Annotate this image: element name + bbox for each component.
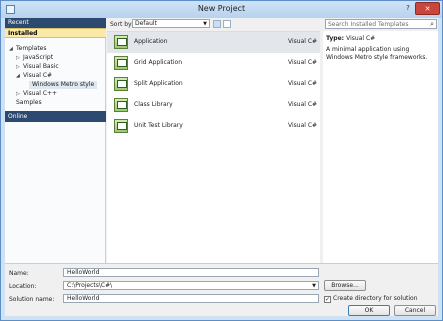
type-value: Visual C#: [346, 35, 376, 42]
nav-installed[interactable]: Installed: [5, 28, 106, 38]
location-label: Location:: [9, 283, 37, 290]
csharp-template-icon: [114, 35, 128, 49]
template-list: Application Visual C# Grid Application V…: [107, 31, 320, 263]
csharp-template-icon: [114, 98, 128, 112]
template-name: Split Application: [134, 80, 183, 87]
details-type: Type: Visual C#: [326, 35, 435, 42]
location-value: C:\Projects\C#\: [67, 282, 113, 289]
template-language: Visual C#: [288, 80, 318, 87]
expand-arrow-icon[interactable]: ◢: [9, 45, 13, 53]
tree-item-windows-metro-style[interactable]: Windows Metro style: [29, 81, 98, 89]
template-row-application[interactable]: Application Visual C#: [107, 32, 320, 53]
search-icon[interactable]: ⌕: [430, 20, 434, 29]
cancel-button[interactable]: Cancel: [394, 305, 436, 316]
sort-by-dropdown[interactable]: Default ▼: [132, 19, 210, 28]
template-row-grid-application[interactable]: Grid Application Visual C#: [107, 53, 320, 74]
location-field[interactable]: C:\Projects\C#\ ▼: [63, 281, 319, 290]
name-label: Name:: [9, 270, 29, 277]
project-form: Name: HelloWorld Location: C:\Projects\C…: [5, 263, 438, 316]
title-bar[interactable]: New Project ? ✕: [1, 1, 442, 18]
details-description: A minimal application using Windows Metr…: [326, 46, 428, 61]
template-language: Visual C#: [288, 101, 318, 108]
tree-label: Templates: [16, 45, 47, 52]
template-nav: Recent Installed ◢ Templates ▷ JavaScrip…: [5, 18, 106, 263]
tree-label: Visual C++: [23, 90, 58, 97]
list-view-icon[interactable]: [223, 20, 231, 28]
collapse-arrow-icon[interactable]: ▷: [16, 63, 20, 71]
close-button[interactable]: ✕: [415, 2, 440, 15]
template-row-split-application[interactable]: Split Application Visual C#: [107, 74, 320, 95]
csharp-template-icon: [114, 119, 128, 133]
template-name: Grid Application: [134, 59, 183, 66]
collapse-arrow-icon[interactable]: ▷: [16, 54, 20, 62]
template-language: Visual C#: [288, 38, 318, 45]
collapse-arrow-icon[interactable]: ▷: [16, 90, 20, 98]
grid-view-icon[interactable]: [213, 20, 221, 28]
template-language: Visual C#: [288, 122, 318, 129]
tree-label: Visual C#: [23, 72, 53, 79]
dialog-title: New Project: [197, 4, 246, 13]
search-placeholder: Search Installed Templates: [328, 21, 409, 28]
chevron-down-icon[interactable]: ▼: [312, 282, 316, 290]
sort-by-label: Sort by:: [110, 21, 134, 28]
template-row-unit-test-library[interactable]: Unit Test Library Visual C#: [107, 116, 320, 137]
nav-online[interactable]: Online: [5, 111, 106, 122]
new-project-dialog: New Project ? ✕ Recent Installed ◢ Templ…: [0, 0, 443, 321]
chevron-down-icon: ▼: [203, 21, 207, 27]
tree-label: Visual Basic: [23, 63, 59, 70]
create-directory-checkbox[interactable]: ✓: [324, 296, 331, 303]
template-name: Application: [134, 38, 168, 45]
ok-button[interactable]: OK: [348, 305, 390, 316]
solution-name-label: Solution name:: [9, 296, 55, 303]
name-field[interactable]: HelloWorld: [63, 268, 319, 277]
template-language: Visual C#: [288, 59, 318, 66]
tree-label: JavaScript: [23, 54, 54, 61]
expand-arrow-icon[interactable]: ◢: [16, 72, 20, 80]
browse-button[interactable]: Browse...: [324, 280, 366, 291]
template-name: Class Library: [134, 101, 173, 108]
csharp-template-icon: [114, 77, 128, 91]
dialog-body: Recent Installed ◢ Templates ▷ JavaScrip…: [5, 18, 438, 316]
help-button[interactable]: ?: [402, 2, 414, 15]
template-row-class-library[interactable]: Class Library Visual C#: [107, 95, 320, 116]
create-directory-label: Create directory for solution: [333, 295, 418, 302]
csharp-template-icon: [114, 56, 128, 70]
type-label: Type:: [326, 35, 345, 42]
nav-recent[interactable]: Recent: [5, 18, 106, 28]
tree-item-samples[interactable]: Samples: [16, 99, 42, 107]
template-details: Type: Visual C# A minimal application us…: [323, 31, 438, 263]
sort-by-value: Default: [135, 20, 157, 27]
template-name: Unit Test Library: [134, 122, 183, 129]
solution-name-field[interactable]: HelloWorld: [63, 294, 319, 303]
search-templates-input[interactable]: Search Installed Templates ⌕: [325, 19, 437, 29]
